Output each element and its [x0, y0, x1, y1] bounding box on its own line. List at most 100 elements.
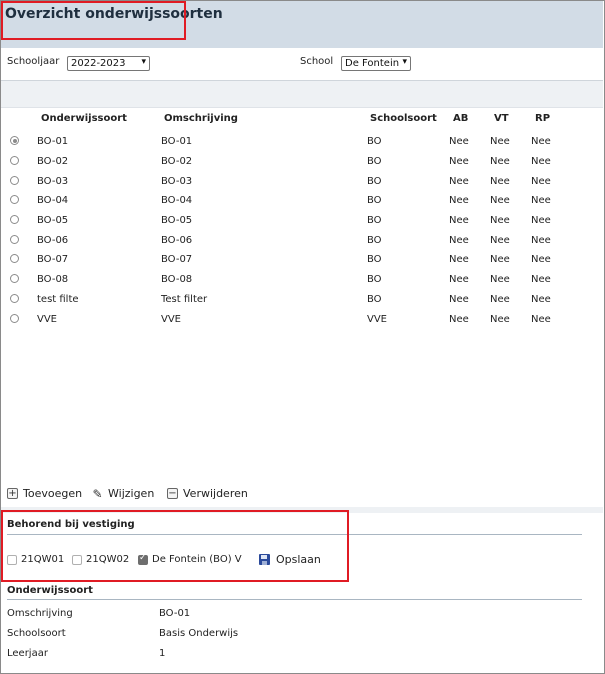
col-header-rp: RP	[535, 113, 551, 124]
leerjaar-value: 1	[159, 648, 166, 659]
table-row[interactable]: BO-03 BO-03 BO Nee Nee Nee	[0, 173, 603, 192]
add-button[interactable]: + Toevoegen	[7, 487, 82, 500]
table-row[interactable]: BO-01 BO-01 BO Nee Nee Nee	[0, 133, 603, 152]
title-highlight	[1, 1, 186, 40]
schoolsoort-label: Schoolsoort	[7, 628, 66, 639]
edit-button-label: Wijzigen	[108, 487, 155, 500]
table-row[interactable]: BO-02 BO-02 BO Nee Nee Nee	[0, 153, 603, 172]
cell-rp: Nee	[531, 215, 551, 226]
cell-code: BO-07	[37, 254, 69, 265]
cell-rp: Nee	[531, 254, 551, 265]
plus-icon: +	[7, 487, 18, 499]
col-header-omschrijving: Omschrijving	[164, 113, 238, 124]
cell-vt: Nee	[490, 215, 510, 226]
cell-schoolsoort: BO	[367, 274, 382, 285]
cell-omschrijving: VVE	[161, 314, 181, 325]
schoolsoort-value: Basis Onderwijs	[159, 628, 239, 639]
table-row[interactable]: BO-05 BO-05 BO Nee Nee Nee	[0, 212, 603, 231]
cell-code: BO-01	[37, 136, 69, 147]
row-radio[interactable]	[10, 235, 19, 244]
cell-vt: Nee	[490, 235, 510, 246]
row-radio[interactable]	[10, 314, 19, 323]
school-label: School	[300, 56, 334, 67]
row-radio[interactable]	[10, 274, 19, 283]
cell-schoolsoort: BO	[367, 176, 382, 187]
row-radio[interactable]	[10, 294, 19, 303]
cell-vt: Nee	[490, 136, 510, 147]
leerjaar-label: Leerjaar	[7, 648, 48, 659]
cell-schoolsoort: BO	[367, 235, 382, 246]
table-row[interactable]: BO-08 BO-08 BO Nee Nee Nee	[0, 271, 603, 290]
cell-schoolsoort: BO	[367, 215, 382, 226]
row-radio[interactable]	[10, 136, 19, 145]
minus-icon: −	[167, 487, 178, 499]
row-radio[interactable]	[10, 254, 19, 263]
cell-code: VVE	[37, 314, 57, 325]
school-select[interactable]: De Fontein ▾	[341, 56, 411, 71]
cell-rp: Nee	[531, 195, 551, 206]
cell-code: BO-04	[37, 195, 69, 206]
filter-bar	[1, 81, 603, 108]
add-button-label: Toevoegen	[23, 487, 83, 500]
cell-code: test filte	[37, 294, 79, 305]
cell-code: BO-05	[37, 215, 69, 226]
cell-omschrijving: BO-04	[161, 195, 193, 206]
delete-button-label: Verwijderen	[183, 487, 248, 500]
cell-code: BO-03	[37, 176, 69, 187]
cell-rp: Nee	[531, 294, 551, 305]
cell-rp: Nee	[531, 274, 551, 285]
row-radio[interactable]	[10, 156, 19, 165]
cell-schoolsoort: BO	[367, 294, 382, 305]
cell-vt: Nee	[490, 195, 510, 206]
cell-omschrijving: Test filter	[161, 294, 208, 305]
table-row[interactable]: BO-06 BO-06 BO Nee Nee Nee	[0, 232, 603, 251]
cell-ab: Nee	[449, 156, 469, 167]
cell-vt: Nee	[490, 314, 510, 325]
cell-vt: Nee	[490, 254, 510, 265]
cell-omschrijving: BO-08	[161, 274, 193, 285]
edit-button[interactable]: ✎ Wijzigen	[92, 487, 154, 500]
cell-omschrijving: BO-07	[161, 254, 193, 265]
col-header-vt: VT	[494, 113, 509, 124]
cell-omschrijving: BO-03	[161, 176, 193, 187]
cell-ab: Nee	[449, 215, 469, 226]
cell-ab: Nee	[449, 254, 469, 265]
details-section-title: Onderwijssoort	[7, 585, 93, 596]
col-header-ab: AB	[453, 113, 469, 124]
cell-vt: Nee	[490, 294, 510, 305]
omschrijving-value: BO-01	[159, 608, 191, 619]
table-row[interactable]: BO-04 BO-04 BO Nee Nee Nee	[0, 192, 603, 211]
cell-schoolsoort: BO	[367, 254, 382, 265]
table-row[interactable]: VVE VVE VVE Nee Nee Nee	[0, 311, 603, 330]
delete-button[interactable]: − Verwijderen	[167, 487, 248, 500]
cell-schoolsoort: BO	[367, 156, 382, 167]
pencil-icon: ✎	[92, 486, 103, 501]
cell-omschrijving: BO-05	[161, 215, 193, 226]
schooljaar-select[interactable]: 2022-2023 ▾	[67, 56, 150, 71]
col-header-onderwijssoort: Onderwijssoort	[41, 113, 127, 124]
cell-schoolsoort: BO	[367, 136, 382, 147]
cell-ab: Nee	[449, 235, 469, 246]
cell-ab: Nee	[449, 274, 469, 285]
cell-vt: Nee	[490, 274, 510, 285]
table-row[interactable]: BO-07 BO-07 BO Nee Nee Nee	[0, 251, 603, 270]
row-radio[interactable]	[10, 195, 19, 204]
cell-omschrijving: BO-02	[161, 156, 193, 167]
cell-code: BO-08	[37, 274, 69, 285]
schooljaar-label: Schooljaar	[7, 56, 60, 67]
cell-ab: Nee	[449, 314, 469, 325]
cell-omschrijving: BO-01	[161, 136, 193, 147]
schooljaar-value: 2022-2023	[71, 58, 126, 69]
section-underline	[7, 599, 582, 600]
table-row[interactable]: test filte Test filter BO Nee Nee Nee	[0, 291, 603, 310]
cell-vt: Nee	[490, 156, 510, 167]
cell-rp: Nee	[531, 235, 551, 246]
cell-rp: Nee	[531, 314, 551, 325]
cell-ab: Nee	[449, 294, 469, 305]
cell-omschrijving: BO-06	[161, 235, 193, 246]
cell-rp: Nee	[531, 176, 551, 187]
cell-rp: Nee	[531, 136, 551, 147]
row-radio[interactable]	[10, 176, 19, 185]
row-radio[interactable]	[10, 215, 19, 224]
school-value: De Fontein	[345, 58, 400, 69]
